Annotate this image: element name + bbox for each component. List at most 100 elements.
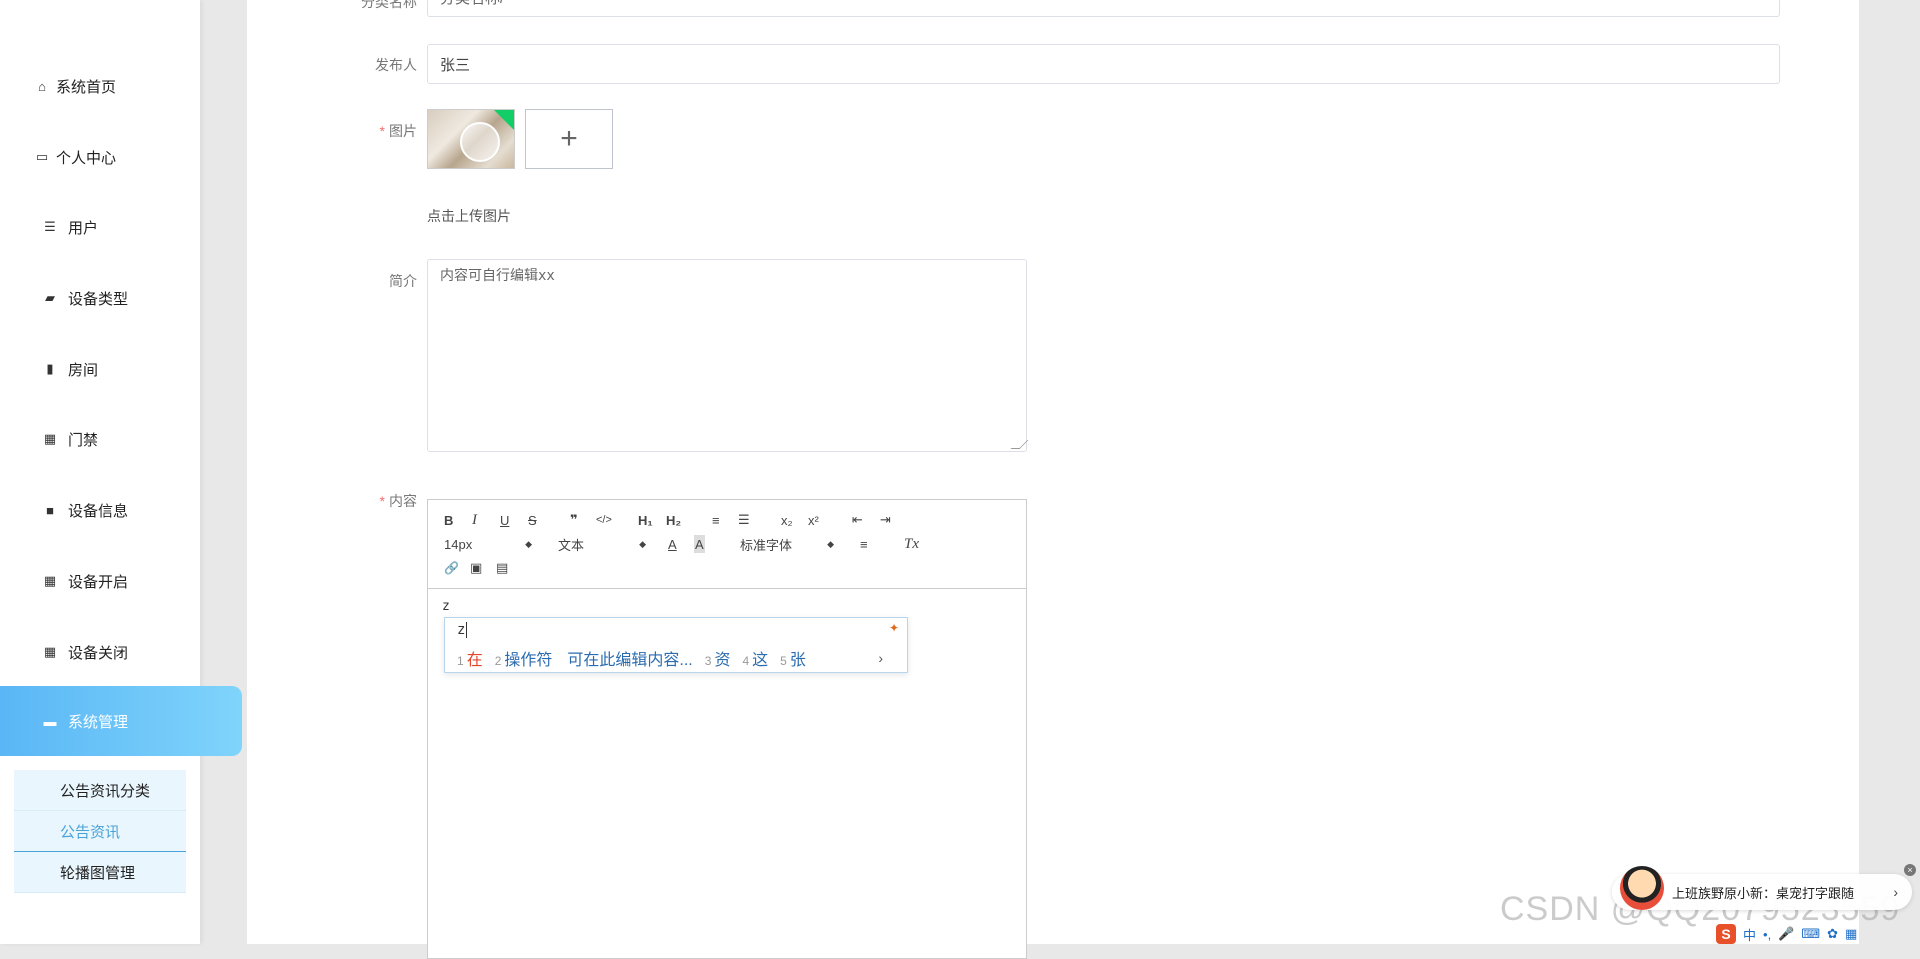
image-icon: ▣ bbox=[470, 560, 483, 575]
image-button[interactable]: ▣ bbox=[470, 559, 482, 577]
bullet-list-button[interactable]: ☰ bbox=[738, 511, 750, 529]
submenu-item-notice-category[interactable]: 公告资讯分类 bbox=[14, 770, 186, 811]
ordered-list-button[interactable]: ≡ bbox=[712, 511, 720, 529]
intro-value: 内容可自行编辑xx bbox=[440, 268, 555, 284]
sidebar-item-access[interactable]: ▦ 门禁 bbox=[0, 404, 242, 474]
sidebar-item-room[interactable]: ▮ 房间 bbox=[0, 334, 242, 404]
grid-icon: ▦ bbox=[43, 573, 57, 588]
select-arrow-icon: ◆ bbox=[827, 538, 834, 549]
image-label: * 图片 bbox=[379, 123, 417, 139]
keyboard-icon[interactable]: ⌨ bbox=[1801, 926, 1820, 942]
publisher-input[interactable]: 张三 bbox=[427, 44, 1780, 84]
desktop-pet-toast[interactable]: 上班族野原小新：桌宠打字跟随 › bbox=[1612, 866, 1912, 910]
ime-composition: z bbox=[457, 622, 468, 638]
ime-candidate[interactable]: 2 操作符 bbox=[495, 646, 553, 670]
italic-button[interactable]: I bbox=[472, 511, 477, 529]
sidebar-item-device-off[interactable]: ▦ 设备关闭 bbox=[0, 617, 242, 687]
ime-candidate[interactable]: 可在此编辑内容... bbox=[564, 646, 692, 670]
underline-button[interactable]: U bbox=[500, 511, 509, 529]
sidebar-item-label: 设备开启 bbox=[68, 573, 129, 591]
header-select[interactable]: 文本 ◆ bbox=[558, 535, 646, 553]
sidebar-item-label: 门禁 bbox=[68, 431, 99, 449]
ime-punctuation-toggle[interactable]: •, bbox=[1763, 927, 1771, 942]
resize-handle[interactable] bbox=[1010, 440, 1029, 449]
strike-button[interactable]: S bbox=[528, 511, 537, 529]
main-content: 分类名称 分类名称/ 发布人 张三 *图片 + 点击上传图片 简介 内容可自行编… bbox=[247, 0, 1859, 959]
ime-skin-icon: ✦ bbox=[888, 621, 899, 635]
sidebar-item-label: 设备关闭 bbox=[68, 644, 129, 662]
ime-language-toggle[interactable]: 中 bbox=[1743, 925, 1756, 944]
briefcase-icon: ■ bbox=[46, 502, 54, 518]
upload-hint: 点击上传图片 bbox=[427, 208, 511, 224]
background-color-button[interactable]: A bbox=[694, 535, 705, 553]
video-icon: ▤ bbox=[496, 560, 509, 575]
skin-icon[interactable]: ✿ bbox=[1827, 926, 1838, 942]
system-submenu: 公告资讯分类 公告资讯 轮播图管理 bbox=[14, 770, 186, 893]
rich-text-editor: B I U S ❞ </> H₁ H₂ ≡ ☰ x₂ x² ⇤ ⇥ 14px ◆… bbox=[427, 499, 1027, 959]
sidebar-item-home[interactable]: ⌂ 系统首页 bbox=[0, 51, 234, 121]
plus-icon: + bbox=[560, 122, 578, 155]
ime-candidate[interactable]: 4这 bbox=[742, 646, 768, 670]
link-icon: 🔗 bbox=[444, 561, 459, 575]
code-block-button[interactable]: </> bbox=[596, 511, 612, 529]
chevron-right-icon[interactable]: › bbox=[1893, 884, 1898, 900]
font-size-select[interactable]: 14px ◆ bbox=[444, 535, 532, 553]
content-label: * 内容 bbox=[379, 493, 417, 509]
bold-button[interactable]: B bbox=[444, 511, 453, 529]
publisher-value: 张三 bbox=[440, 56, 471, 74]
text-color-button[interactable]: A bbox=[668, 535, 677, 553]
chair-icon: ▰ bbox=[45, 290, 55, 305]
ime-next-page-button[interactable]: › bbox=[878, 650, 883, 666]
microphone-icon[interactable]: 🎤 bbox=[1778, 926, 1794, 942]
success-corner-badge bbox=[494, 110, 514, 130]
clean-format-button[interactable]: Tx bbox=[904, 535, 919, 553]
uploaded-image-thumbnail[interactable] bbox=[427, 109, 515, 169]
font-family-value: 标准字体 bbox=[740, 537, 793, 553]
sidebar-item-system[interactable]: ▬ 系统管理 bbox=[0, 686, 242, 756]
sidebar-item-users[interactable]: ☰ 用户 bbox=[0, 192, 242, 262]
video-button[interactable]: ▤ bbox=[496, 559, 508, 577]
align-button[interactable]: ≡ bbox=[860, 535, 868, 553]
toast-close-button[interactable]: × bbox=[1904, 864, 1916, 876]
toast-text: 上班族野原小新：桌宠打字跟随 bbox=[1672, 885, 1855, 901]
category-label: 分类名称 bbox=[361, 0, 417, 10]
ime-candidate[interactable]: 3资 bbox=[705, 646, 731, 670]
sogou-logo-icon[interactable]: S bbox=[1716, 924, 1736, 944]
sidebar-item-device-on[interactable]: ▦ 设备开启 bbox=[0, 546, 242, 616]
pet-avatar bbox=[1620, 866, 1664, 910]
ime-candidate[interactable]: 1在 bbox=[457, 646, 483, 670]
font-size-value: 14px bbox=[444, 536, 473, 552]
submenu-item-carousel[interactable]: 轮播图管理 bbox=[14, 852, 186, 893]
ticket-icon: ▬ bbox=[43, 713, 57, 729]
list-icon: ☰ bbox=[44, 219, 56, 234]
font-family-select[interactable]: 标准字体 ◆ bbox=[740, 535, 834, 553]
sidebar-item-device-info[interactable]: ■ 设备信息 bbox=[0, 475, 242, 545]
grid-icon: ▦ bbox=[43, 644, 57, 659]
sidebar-item-profile[interactable]: ▭ 个人中心 bbox=[0, 122, 234, 192]
sidebar-item-device-type[interactable]: ▰ 设备类型 bbox=[0, 263, 242, 333]
publisher-label: 发布人 bbox=[375, 57, 417, 73]
indent-button[interactable]: ⇥ bbox=[880, 511, 891, 529]
superscript-button[interactable]: x² bbox=[808, 511, 819, 529]
subscript-button[interactable]: x₂ bbox=[781, 511, 793, 529]
toolbox-icon[interactable]: ▦ bbox=[1845, 926, 1857, 942]
header1-button[interactable]: H₁ bbox=[638, 511, 653, 529]
page-scrollbar-track[interactable] bbox=[1859, 0, 1920, 944]
sidebar-item-label: 个人中心 bbox=[56, 149, 117, 167]
category-select[interactable]: 分类名称/ bbox=[427, 0, 1780, 17]
link-button[interactable]: 🔗 bbox=[444, 559, 459, 577]
select-arrow-icon: ◆ bbox=[525, 538, 532, 549]
blockquote-button[interactable]: ❞ bbox=[570, 511, 578, 529]
category-value: 分类名称/ bbox=[440, 0, 504, 8]
home-icon: ⌂ bbox=[38, 78, 46, 94]
add-image-button[interactable]: + bbox=[525, 109, 613, 169]
sidebar-item-label: 系统首页 bbox=[56, 78, 117, 96]
header2-button[interactable]: H₂ bbox=[666, 511, 681, 529]
outdent-button[interactable]: ⇤ bbox=[852, 511, 863, 529]
submenu-item-label: 公告资讯分类 bbox=[60, 782, 151, 800]
submenu-item-notice[interactable]: 公告资讯 bbox=[14, 811, 186, 852]
ime-candidate[interactable]: 5张 bbox=[780, 646, 806, 670]
editor-typed-text: z bbox=[442, 599, 450, 614]
intro-textarea[interactable]: 内容可自行编辑xx bbox=[427, 259, 1029, 452]
close-icon: × bbox=[1907, 865, 1913, 875]
